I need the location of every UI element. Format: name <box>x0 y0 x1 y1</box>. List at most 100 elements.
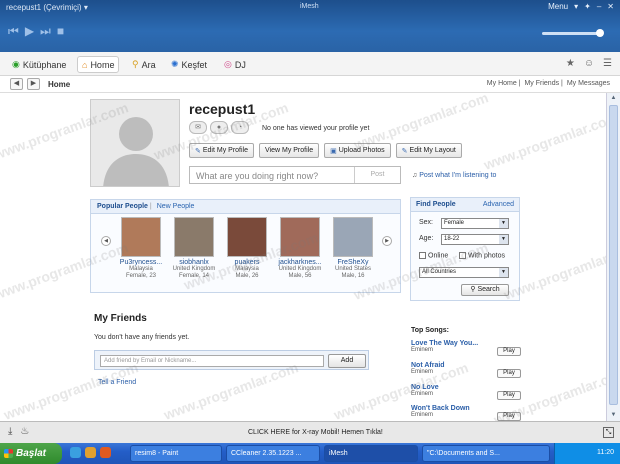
edit-layout-button[interactable]: ✎ Edit My Layout <box>395 143 462 158</box>
app-name: iMesh <box>300 3 319 10</box>
star-icon[interactable]: ★ <box>566 58 575 69</box>
stop-icon[interactable]: ■ <box>57 24 64 39</box>
song-title[interactable]: Not Afraid <box>411 362 521 369</box>
play-button[interactable]: Play <box>497 391 521 400</box>
song-title[interactable]: Love The Way You... <box>411 340 521 347</box>
fire-icon[interactable]: ♨ <box>20 426 29 437</box>
next-icon[interactable]: ⏭ <box>40 24 51 39</box>
add-friend-input[interactable]: Add friend by Email or Nickname... <box>100 355 324 367</box>
popular-next-button[interactable]: ▶ <box>382 236 392 246</box>
song-title[interactable]: No Love <box>411 384 521 391</box>
popular-person[interactable]: Pu3ryncess... Malaysia Female, 23 <box>116 217 166 280</box>
status-input[interactable]: What are you doing right now? Post <box>189 166 401 184</box>
close-icon[interactable]: ✕ <box>607 2 614 11</box>
start-button[interactable]: Başlat <box>0 443 62 464</box>
chat-icon[interactable]: ◔ <box>231 121 249 134</box>
scroll-down-icon[interactable]: ▼ <box>609 411 618 420</box>
users-icon[interactable]: ☺ <box>584 58 594 69</box>
tab-new-people[interactable]: New People <box>157 203 195 210</box>
with-photos-checkbox[interactable]: With photos <box>459 252 505 259</box>
tab-popular-people[interactable]: Popular People <box>97 203 148 210</box>
play-button[interactable]: Play <box>497 369 521 378</box>
scrollbar-thumb[interactable] <box>609 105 618 405</box>
firefox-icon[interactable] <box>100 447 111 458</box>
tell-a-friend-link[interactable]: Tell a Friend <box>98 379 136 386</box>
add-friend-button[interactable]: Add <box>328 354 366 368</box>
folder-icon[interactable] <box>85 447 96 458</box>
person-photo[interactable] <box>174 217 214 257</box>
popular-person[interactable]: puakers Malaysia Male, 26 <box>222 217 272 280</box>
chevron-down-icon[interactable]: ▾ <box>574 2 578 11</box>
download-icon[interactable]: ⤓ <box>8 426 12 437</box>
tab-home[interactable]: ⌂ Home <box>77 56 120 73</box>
profile-action-icons: ✉ ● ◔ <box>189 121 249 134</box>
task-explorer[interactable]: "C:\Documents and S... <box>422 445 550 462</box>
message-icon[interactable]: ✉ <box>189 121 207 134</box>
vertical-scrollbar[interactable]: ▲ ▼ <box>606 93 620 421</box>
popular-person[interactable]: FreSheXy United States Male, 16 <box>328 217 378 280</box>
tab-library[interactable]: ◉ Kütüphane <box>8 56 70 73</box>
person-photo[interactable] <box>280 217 320 257</box>
tab-discover[interactable]: ✺ Keşfet <box>167 56 211 73</box>
popular-person[interactable]: jackharknes... United Kingdom Male, 56 <box>275 217 325 280</box>
find-people-panel: Find People Advanced Sex: Female ▼ Age: … <box>410 197 520 301</box>
link-my-messages[interactable]: My Messages <box>567 80 610 87</box>
chevron-down-icon[interactable]: ▾ <box>84 3 88 12</box>
promo-link[interactable]: CLICK HERE for X-ray Mobil! Hemen Tıkla! <box>248 429 383 436</box>
browser-icon[interactable] <box>70 447 81 458</box>
sex-select[interactable]: Female ▼ <box>441 218 509 229</box>
person-photo[interactable] <box>333 217 373 257</box>
view-profile-button[interactable]: View My Profile <box>259 143 320 158</box>
popular-person[interactable]: siobhanlx United Kingdom Female, 14 <box>169 217 219 280</box>
song-title[interactable]: Won't Back Down <box>411 405 521 412</box>
forward-button[interactable]: ▶ <box>27 78 40 90</box>
popular-people-header: Popular People | New People <box>91 200 400 214</box>
play-icon[interactable]: ▶ <box>25 24 34 39</box>
page-title: recepust1 <box>189 101 256 117</box>
checkbox-box[interactable] <box>419 252 426 259</box>
song-item: Not Afraid Eminem Play <box>411 362 521 378</box>
tools-icon[interactable]: ✦ <box>584 2 591 11</box>
minimize-icon[interactable]: – <box>597 2 601 11</box>
play-button[interactable]: Play <box>497 412 521 421</box>
chevron-down-icon: ▼ <box>499 268 508 277</box>
upload-photos-button[interactable]: ▣ Upload Photos <box>324 143 391 158</box>
volume-knob[interactable] <box>596 29 604 37</box>
edit-profile-button[interactable]: ✎ Edit My Profile <box>189 143 254 158</box>
previous-icon[interactable]: ⏮ <box>8 24 19 39</box>
post-button[interactable]: Post <box>354 167 400 183</box>
post-listening-link[interactable]: ♫ Post what I'm listening to <box>412 172 496 179</box>
link-my-home[interactable]: My Home <box>487 80 517 87</box>
task-imesh[interactable]: iMesh <box>324 445 418 462</box>
tab-search[interactable]: ⚲ Ara <box>128 56 160 73</box>
back-button[interactable]: ◀ <box>10 78 23 90</box>
online-checkbox[interactable]: Online <box>419 252 448 259</box>
friends-title: My Friends <box>94 313 147 324</box>
list-icon[interactable]: ☰ <box>603 58 612 69</box>
person-photo[interactable] <box>121 217 161 257</box>
add-friend-icon[interactable]: ● <box>210 121 228 134</box>
windows-logo-icon <box>4 449 13 458</box>
transport-controls: ⏮ ▶ ⏭ ■ <box>8 24 64 39</box>
tab-dj[interactable]: ◎ DJ <box>220 56 250 73</box>
advanced-search-link[interactable]: Advanced <box>483 201 514 208</box>
person-photo[interactable] <box>227 217 267 257</box>
top-links: My Home | My Friends | My Messages <box>486 80 610 87</box>
menu-button[interactable]: Menu <box>548 2 568 11</box>
link-my-friends[interactable]: My Friends <box>524 80 559 87</box>
no-friends-text: You don't have any friends yet. <box>94 334 190 341</box>
checkbox-box[interactable] <box>459 252 466 259</box>
tab-separator: | <box>149 203 152 210</box>
search-button[interactable]: ⚲ Search <box>461 284 509 296</box>
age-select[interactable]: 18-22 ▼ <box>441 234 509 245</box>
scroll-up-icon[interactable]: ▲ <box>609 94 618 103</box>
play-button[interactable]: Play <box>497 347 521 356</box>
add-friend-box: Add friend by Email or Nickname... Add <box>94 350 369 370</box>
avatar[interactable] <box>90 99 180 187</box>
country-select[interactable]: All Countries ▼ <box>419 267 509 278</box>
task-ccleaner[interactable]: CCleaner 2.35.1223 ... <box>226 445 320 462</box>
task-paint[interactable]: resim8 - Paint <box>130 445 222 462</box>
resize-icon[interactable]: ⤡ <box>603 427 614 438</box>
popular-prev-button[interactable]: ◀ <box>101 236 111 246</box>
volume-slider[interactable] <box>542 29 604 37</box>
